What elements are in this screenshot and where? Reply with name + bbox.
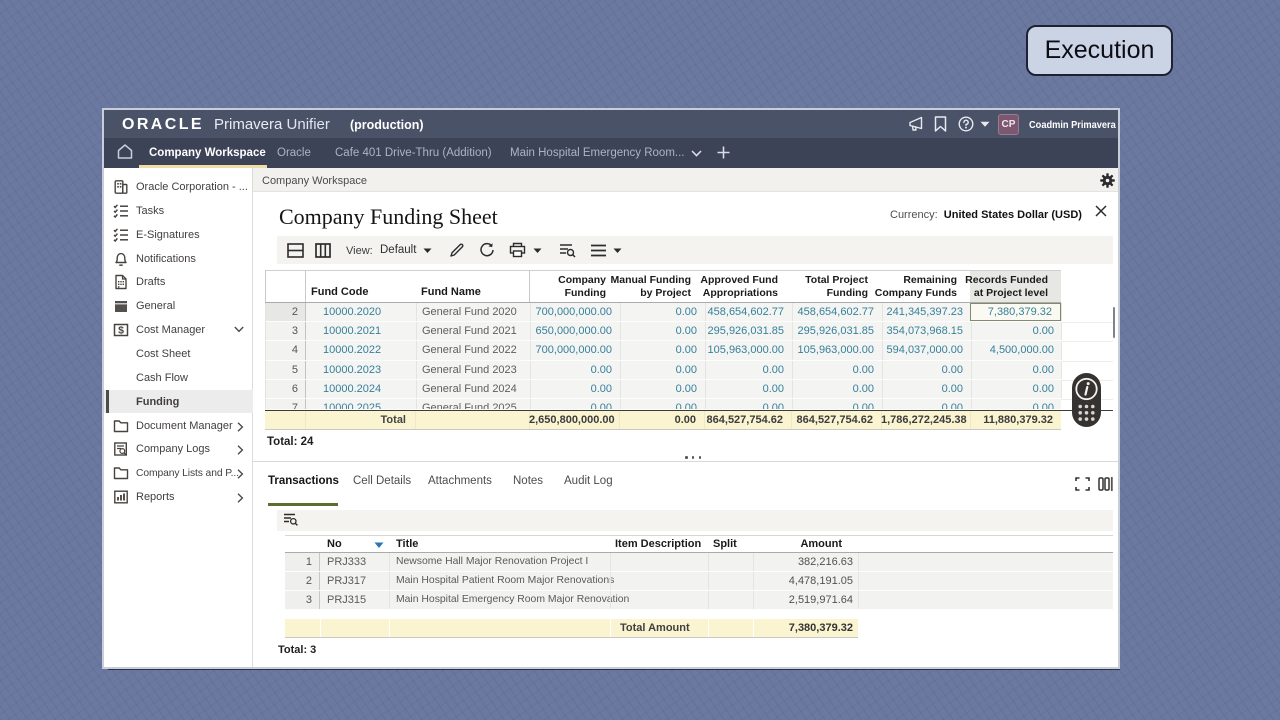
svg-text:$: $: [118, 325, 124, 337]
